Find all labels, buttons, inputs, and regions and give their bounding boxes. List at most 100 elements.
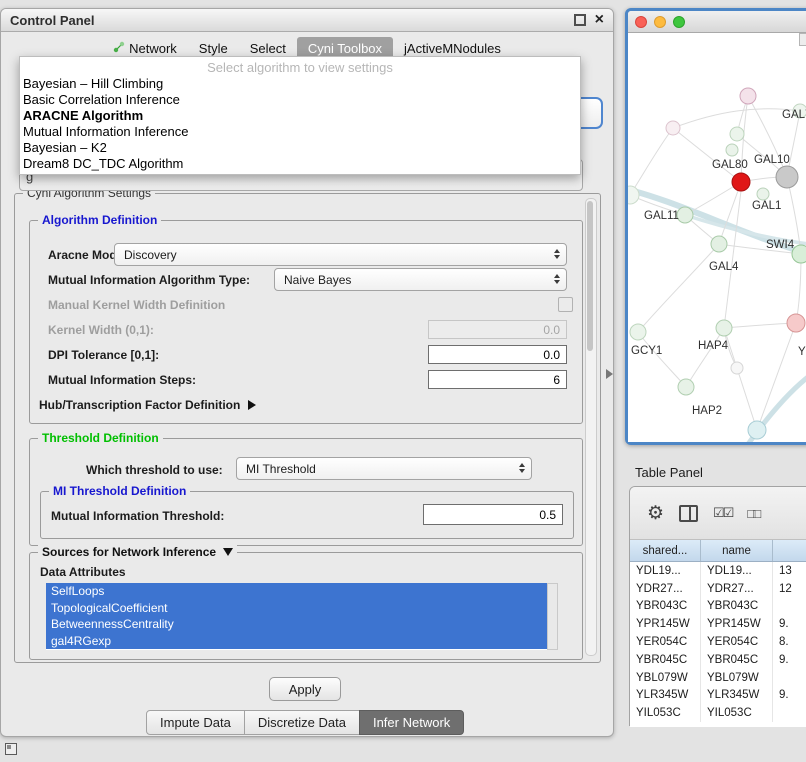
mi-steps-field[interactable]: 6: [428, 370, 567, 389]
table-row[interactable]: YBR043CYBR043C: [630, 598, 806, 616]
table-cell[interactable]: 13: [773, 562, 806, 580]
minimized-panel-icon[interactable]: [5, 743, 17, 755]
close-traffic-light[interactable]: [635, 16, 647, 28]
kernel-width-field[interactable]: 0.0: [428, 320, 567, 339]
table-cell[interactable]: YBR045C: [701, 651, 773, 669]
network-edge[interactable]: [719, 182, 741, 244]
table-cell[interactable]: YDL19...: [630, 562, 701, 580]
attributes-scrollbar[interactable]: [547, 583, 558, 650]
network-edge[interactable]: [724, 328, 757, 430]
column-header[interactable]: name: [701, 540, 773, 561]
network-node[interactable]: [711, 236, 727, 252]
algorithm-option[interactable]: Bayesian – K2: [20, 140, 580, 156]
network-node[interactable]: [776, 166, 798, 188]
deselect-all-icon[interactable]: □□: [747, 506, 759, 521]
sources-expander[interactable]: Sources for Network Inference: [38, 545, 237, 559]
manual-kernel-width-checkbox[interactable]: [558, 297, 573, 312]
algorithm-option[interactable]: Basic Correlation Inference: [20, 92, 580, 108]
column-header[interactable]: shared...: [630, 540, 701, 561]
scrollbar-thumb[interactable]: [587, 201, 593, 351]
network-window-titlebar[interactable]: [628, 11, 806, 33]
network-node[interactable]: [666, 121, 680, 135]
table-cell[interactable]: 12: [773, 580, 806, 598]
network-edge[interactable]: [685, 182, 741, 215]
table-cell[interactable]: YBR043C: [630, 598, 701, 616]
network-node[interactable]: [757, 188, 769, 200]
table-cell[interactable]: YBR043C: [701, 598, 773, 616]
minimize-traffic-light[interactable]: [654, 16, 666, 28]
column-selector-icon[interactable]: [679, 505, 698, 522]
table-cell[interactable]: YPR145W: [630, 615, 701, 633]
hub-definition-expander[interactable]: Hub/Transcription Factor Definition: [39, 398, 256, 412]
table-cell[interactable]: 9.: [773, 651, 806, 669]
tab-infer-network[interactable]: Infer Network: [359, 710, 464, 735]
table-cell[interactable]: [773, 598, 806, 616]
table-cell[interactable]: YLR345W: [630, 687, 701, 705]
apply-button[interactable]: Apply: [269, 677, 341, 701]
network-edge[interactable]: [757, 323, 796, 430]
attribute-item-selected[interactable]: TopologicalCoefficient: [46, 600, 547, 617]
settings-scrollbar[interactable]: [585, 198, 597, 656]
algorithm-option[interactable]: Dream8 DC_TDC Algorithm: [20, 156, 580, 172]
zoom-traffic-light[interactable]: [673, 16, 685, 28]
network-node[interactable]: [730, 127, 744, 141]
mi-type-combobox[interactable]: Naive Bayes: [274, 268, 567, 291]
algorithm-option-selected[interactable]: ARACNE Algorithm: [20, 108, 580, 124]
algorithm-option[interactable]: Mutual Information Inference: [20, 124, 580, 140]
table-cell[interactable]: YPR145W: [701, 615, 773, 633]
table-cell[interactable]: YBL079W: [630, 669, 701, 687]
tab-discretize-data[interactable]: Discretize Data: [244, 710, 360, 735]
aracne-mode-combobox[interactable]: Discovery: [114, 243, 567, 266]
network-node[interactable]: [726, 144, 738, 156]
panel-collapse-arrow[interactable]: [606, 369, 613, 379]
table-cell[interactable]: YBL079W: [701, 669, 773, 687]
network-node[interactable]: [731, 362, 743, 374]
table-row[interactable]: YDL19...YDL19...13: [630, 562, 806, 580]
mi-threshold-field[interactable]: 0.5: [423, 504, 563, 525]
network-node[interactable]: [678, 379, 694, 395]
float-panel-icon[interactable]: [574, 14, 586, 26]
table-row[interactable]: YPR145WYPR145W9.: [630, 615, 806, 633]
table-cell[interactable]: YIL053C: [630, 704, 701, 722]
table-cell[interactable]: [773, 669, 806, 687]
attribute-item-selected[interactable]: SelfLoops: [46, 583, 547, 600]
settings-gear-icon[interactable]: ⚙: [647, 504, 664, 523]
dpi-tolerance-field[interactable]: 0.0: [428, 345, 567, 364]
table-row[interactable]: YBR045CYBR045C9.: [630, 651, 806, 669]
table-cell[interactable]: YDL19...: [701, 562, 773, 580]
network-edge[interactable]: [796, 254, 801, 323]
network-node[interactable]: [677, 207, 693, 223]
network-canvas[interactable]: GAL7GAL80GAL10GAL1GAL11SWI4GAL4GCY1HAP4Y…: [628, 33, 806, 442]
table-row[interactable]: YIL053CYIL053C: [630, 704, 806, 722]
table-cell[interactable]: YIL053C: [701, 704, 773, 722]
column-header[interactable]: [773, 540, 806, 561]
network-node[interactable]: [716, 320, 732, 336]
table-row[interactable]: YLR345WYLR345W9.: [630, 687, 806, 705]
network-edge[interactable]: [686, 328, 724, 387]
table-cell[interactable]: 8.: [773, 633, 806, 651]
network-edge[interactable]: [673, 109, 800, 128]
canvas-scroll-nub[interactable]: [799, 33, 806, 46]
network-node[interactable]: [748, 421, 766, 439]
table-cell[interactable]: YBR045C: [630, 651, 701, 669]
close-icon[interactable]: ×: [595, 13, 604, 27]
table-row[interactable]: YER054CYER054C8.: [630, 633, 806, 651]
attribute-item-selected[interactable]: BetweennessCentrality: [46, 616, 547, 633]
network-edge[interactable]: [638, 244, 719, 332]
algorithm-option[interactable]: Bayesian – Hill Climbing: [20, 76, 580, 92]
attribute-item-selected[interactable]: gal4RGexp: [46, 633, 547, 650]
network-edge[interactable]: [638, 332, 686, 387]
table-cell[interactable]: YDR27...: [701, 580, 773, 598]
table-cell[interactable]: 9.: [773, 615, 806, 633]
network-node[interactable]: [732, 173, 750, 191]
network-edge[interactable]: [724, 323, 796, 328]
control-panel-titlebar[interactable]: Control Panel ×: [1, 9, 613, 32]
table-cell[interactable]: YER054C: [701, 633, 773, 651]
select-all-icon[interactable]: ☑☑: [713, 505, 732, 521]
network-node[interactable]: [628, 186, 639, 204]
network-node[interactable]: [630, 324, 646, 340]
table-cell[interactable]: 9.: [773, 687, 806, 705]
tab-impute-data[interactable]: Impute Data: [146, 710, 245, 735]
network-node[interactable]: [740, 88, 756, 104]
table-cell[interactable]: [773, 704, 806, 722]
